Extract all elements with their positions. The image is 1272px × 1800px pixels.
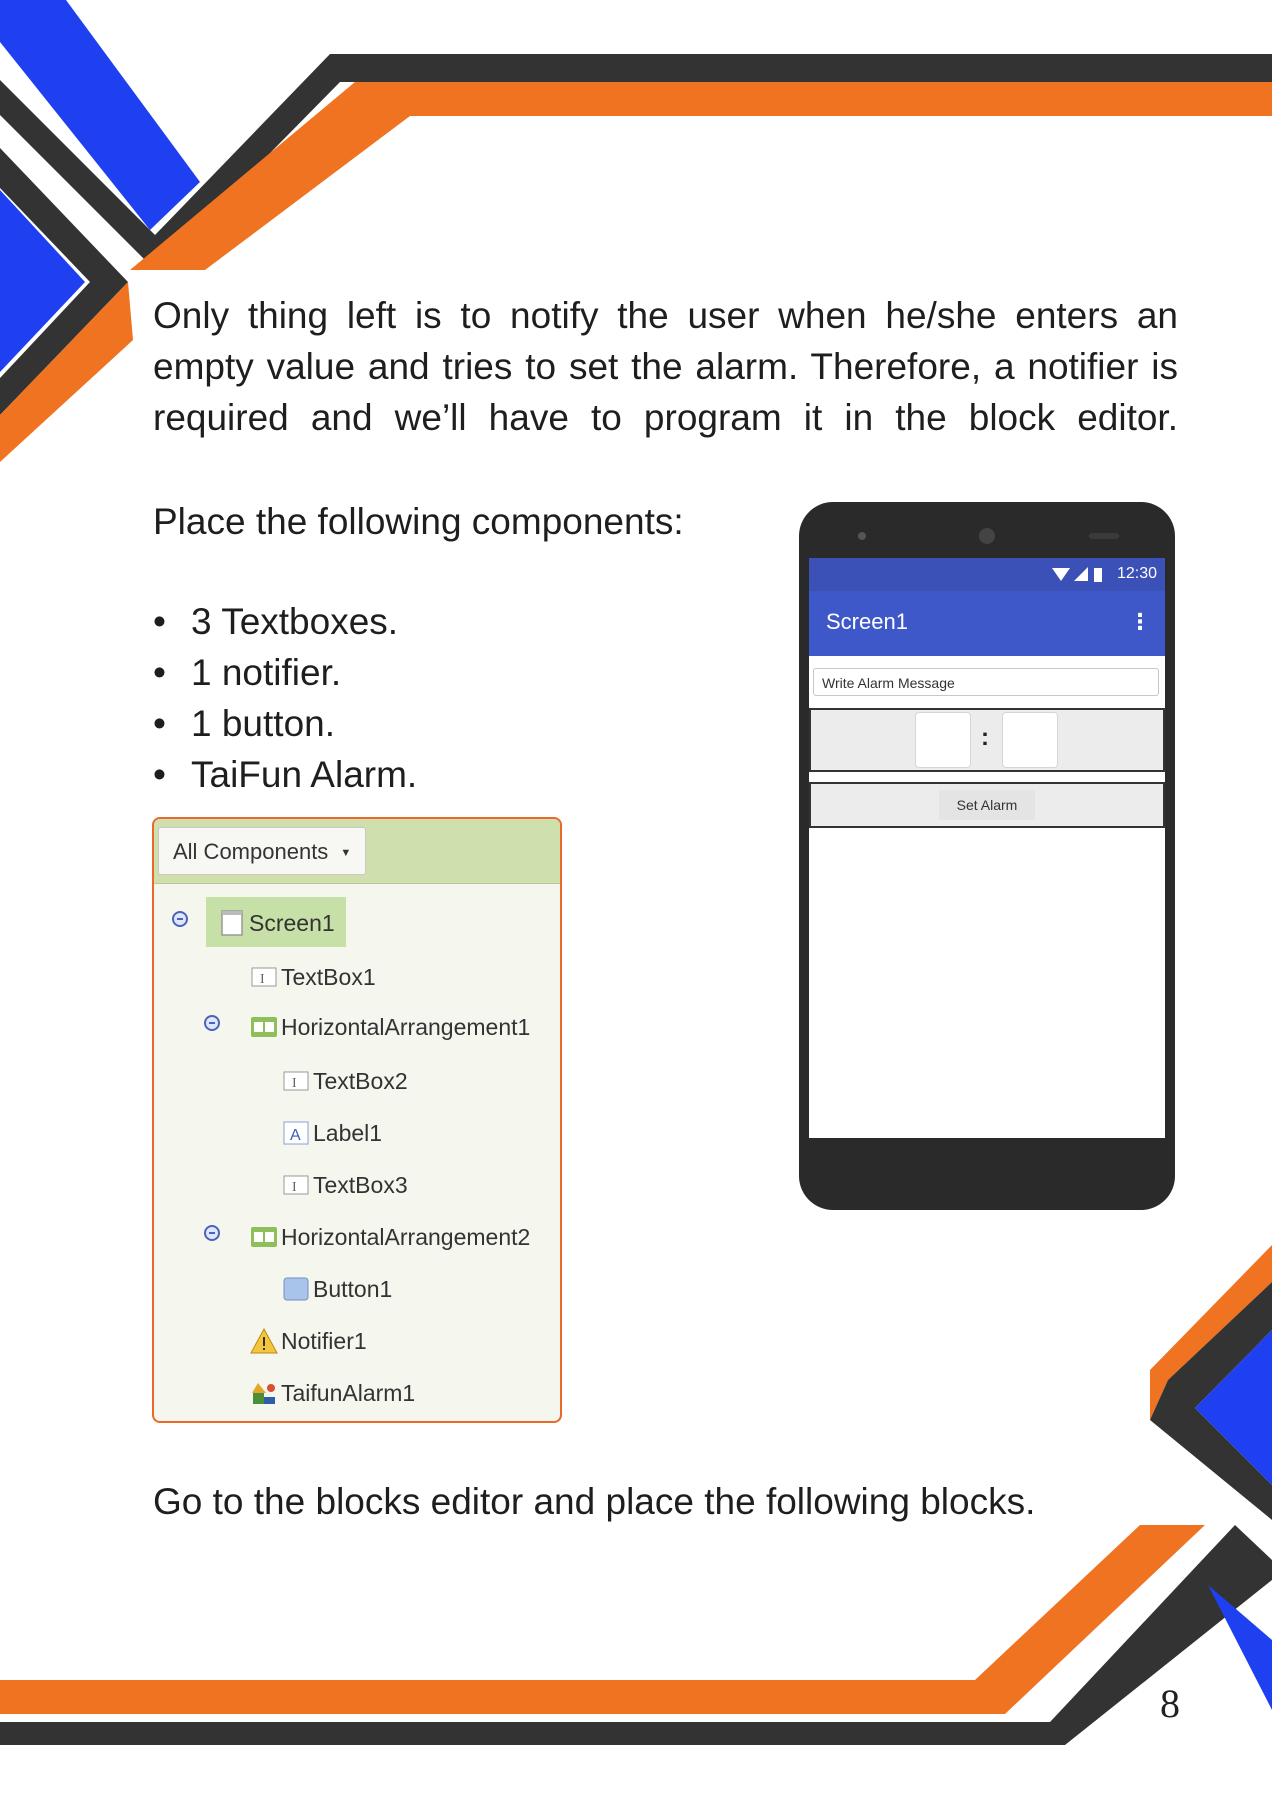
tree-node-taifunalarm1[interactable]: TaifunAlarm1 xyxy=(250,1371,415,1411)
tree-node-horizontalarrangement2[interactable]: HorizontalArrangement2 xyxy=(250,1215,530,1255)
screen-title: Screen1 xyxy=(826,609,908,634)
phone-mockup: 12:30 Screen1 ⋮ Write Alarm Message : Se… xyxy=(797,500,1177,1212)
button-row: Set Alarm xyxy=(809,782,1165,828)
list-item: 3 Textboxes. xyxy=(153,596,417,647)
textbox-icon: I xyxy=(251,967,277,987)
status-time: 12:30 xyxy=(1116,565,1157,582)
node-label: HorizontalArrangement2 xyxy=(281,1223,531,1250)
phone-frame: 12:30 Screen1 ⋮ Write Alarm Message : Se… xyxy=(799,502,1175,1210)
node-label: TaifunAlarm1 xyxy=(281,1379,416,1406)
orange-band-bottom xyxy=(0,1525,1205,1714)
svg-text:I: I xyxy=(292,1076,297,1091)
list-item: TaiFun Alarm. xyxy=(153,749,417,800)
app-bar: Screen1 ⋮ xyxy=(809,591,1165,656)
all-components-dropdown[interactable]: All Components ▼ xyxy=(158,827,367,875)
node-label: Screen1 xyxy=(249,909,335,936)
screen-icon xyxy=(221,910,243,936)
time-separator: : xyxy=(981,724,989,751)
phone-screen: 12:30 Screen1 ⋮ Write Alarm Message : Se… xyxy=(809,558,1165,1138)
minute-input[interactable] xyxy=(1002,712,1058,768)
label-icon: A xyxy=(283,1121,309,1145)
component-tree-header: All Components ▼ xyxy=(154,819,560,884)
dropdown-label: All Components xyxy=(173,839,329,864)
tree-node-notifier1[interactable]: Notifier1 xyxy=(250,1319,367,1359)
svg-text:A: A xyxy=(290,1127,301,1144)
signal-battery-icon xyxy=(1052,567,1102,582)
node-label: TextBox1 xyxy=(281,963,376,990)
set-alarm-button[interactable]: Set Alarm xyxy=(939,790,1035,820)
tree-node-textbox3[interactable]: I TextBox3 xyxy=(282,1163,408,1203)
tree-node-textbox1[interactable]: I TextBox1 xyxy=(250,955,376,995)
svg-text:I: I xyxy=(292,1180,297,1195)
svg-text:I: I xyxy=(260,972,265,987)
time-input-row: : xyxy=(809,708,1165,772)
tree-node-button1[interactable]: Button1 xyxy=(282,1267,392,1307)
status-bar: 12:30 xyxy=(809,558,1165,591)
horizontal-arrangement-icon xyxy=(251,1226,277,1247)
textbox-icon: I xyxy=(283,1071,309,1091)
node-label: Label1 xyxy=(313,1119,383,1146)
warning-icon xyxy=(250,1327,278,1354)
textbox-icon: I xyxy=(283,1175,309,1195)
node-label: HorizontalArrangement1 xyxy=(281,1013,531,1040)
collapse-toggle-icon[interactable] xyxy=(204,1015,220,1031)
overflow-menu-icon[interactable]: ⋮ xyxy=(1129,609,1151,635)
components-list: 3 Textboxes. 1 notifier. 1 button. TaiFu… xyxy=(153,596,417,800)
node-label: Notifier1 xyxy=(281,1327,367,1354)
phone-top-sensors xyxy=(858,528,1119,544)
intro-paragraph: Only thing left is to notify the user wh… xyxy=(153,295,1178,438)
node-label: TextBox3 xyxy=(313,1171,408,1198)
tree-node-screen1[interactable]: Screen1 xyxy=(218,901,335,941)
node-label: TextBox2 xyxy=(313,1067,408,1094)
node-label: Button1 xyxy=(313,1275,393,1302)
horizontal-arrangement-icon xyxy=(251,1016,277,1037)
blocks-instruction: Go to the blocks editor and place the fo… xyxy=(153,1481,1036,1522)
collapse-toggle-icon[interactable] xyxy=(172,911,188,927)
tree-node-horizontalarrangement1[interactable]: HorizontalArrangement1 xyxy=(250,1005,530,1045)
tree-node-textbox2[interactable]: I TextBox2 xyxy=(282,1059,408,1099)
list-item: 1 notifier. xyxy=(153,647,417,698)
page-number: 8 xyxy=(1160,1681,1180,1726)
component-tree-panel: All Components ▼ Screen1 I TextBox1 Horizo… xyxy=(152,817,562,1423)
hour-input[interactable] xyxy=(915,712,971,768)
tree-node-label1[interactable]: A Label1 xyxy=(282,1111,382,1151)
button-icon xyxy=(283,1277,309,1301)
collapse-toggle-icon[interactable] xyxy=(204,1225,220,1241)
list-item: 1 button. xyxy=(153,698,417,749)
alarm-message-field[interactable]: Write Alarm Message xyxy=(813,668,1159,696)
alarm-extension-icon xyxy=(252,1382,275,1404)
caret-down-icon: ▼ xyxy=(340,847,352,860)
